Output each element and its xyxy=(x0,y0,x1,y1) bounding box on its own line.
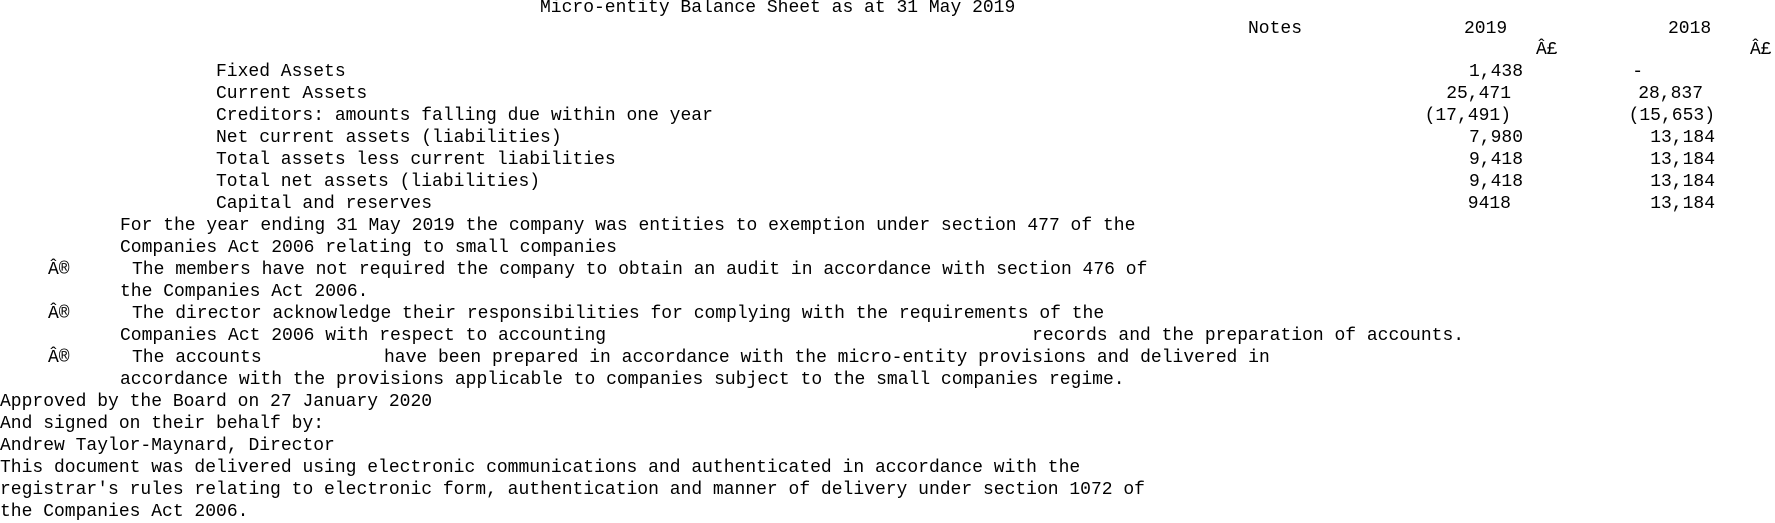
exemption-statement-line-1: For the year ending 31 May 2019 the comp… xyxy=(120,216,1136,236)
currency-current-header: Â£ xyxy=(1536,40,1558,60)
page-title: Micro-entity Balance Sheet as at 31 May … xyxy=(540,0,1016,18)
footer-line-3: the Companies Act 2006. xyxy=(0,502,249,522)
row-label: Net current assets (liabilities) xyxy=(216,128,562,148)
bullet-3-line-1a: The accounts xyxy=(132,348,262,368)
row-value-prior: 13,184 xyxy=(1650,172,1715,192)
row-value-prior: 13,184 xyxy=(1650,128,1715,148)
row-label: Total net assets (liabilities) xyxy=(216,172,541,192)
row-value-prior: (15,653) xyxy=(1628,106,1715,126)
row-label: Creditors: amounts falling due within on… xyxy=(216,106,713,126)
row-value-current: (17,491) xyxy=(1424,106,1511,126)
row-value-current: 25,471 xyxy=(1446,84,1511,104)
row-value-current: 1,438 xyxy=(1468,62,1523,82)
bullet-3-line-2: accordance with the provisions applicabl… xyxy=(120,370,1125,390)
row-label: Capital and reserves xyxy=(216,194,433,214)
bullet-symbol: Â® xyxy=(48,348,70,368)
bullet-symbol: Â® xyxy=(48,304,70,324)
row-label: Current Assets xyxy=(216,84,368,104)
row-value-prior: - xyxy=(1632,62,1643,82)
footer-line-1: This document was delivered using electr… xyxy=(0,458,1081,478)
row-value-prior: 13,184 xyxy=(1650,194,1715,214)
row-value-prior: 28,837 xyxy=(1638,84,1703,104)
bullet-3-line-1b: have been prepared in accordance with th… xyxy=(384,348,1270,368)
signed-on-behalf-line: And signed on their behalf by: xyxy=(0,414,325,434)
row-value-current: 9,418 xyxy=(1468,172,1523,192)
row-label: Total assets less current liabilities xyxy=(216,150,616,170)
currency-prior-header: Â£ xyxy=(1750,40,1772,60)
year-current-header: 2019 xyxy=(1464,19,1508,39)
bullet-2-line-2a: Companies Act 2006 with respect to accou… xyxy=(120,326,607,346)
row-value-prior: 13,184 xyxy=(1650,150,1715,170)
row-value-current: 9418 xyxy=(1467,194,1511,214)
footer-line-2: registrar's rules relating to electronic… xyxy=(0,480,1145,500)
row-label: Fixed Assets xyxy=(216,62,346,82)
year-prior-header: 2018 xyxy=(1668,19,1712,39)
notes-column-header: Notes xyxy=(1248,19,1303,39)
row-value-current: 7,980 xyxy=(1468,128,1523,148)
approval-date-line: Approved by the Board on 27 January 2020 xyxy=(0,392,433,412)
bullet-1-line-1: The members have not required the compan… xyxy=(132,260,1148,280)
bullet-symbol: Â® xyxy=(48,260,70,280)
bullet-2-line-1: The director acknowledge their responsib… xyxy=(132,304,1105,324)
signatory-name: Andrew Taylor-Maynard, Director xyxy=(0,436,335,456)
bullet-2-line-2b: records and the preparation of accounts. xyxy=(1032,326,1465,346)
bullet-1-line-2: the Companies Act 2006. xyxy=(120,282,369,302)
row-value-current: 9,418 xyxy=(1468,150,1523,170)
exemption-statement-line-2: Companies Act 2006 relating to small com… xyxy=(120,238,617,258)
balance-sheet-document: Micro-entity Balance Sheet as at 31 May … xyxy=(0,0,1775,523)
